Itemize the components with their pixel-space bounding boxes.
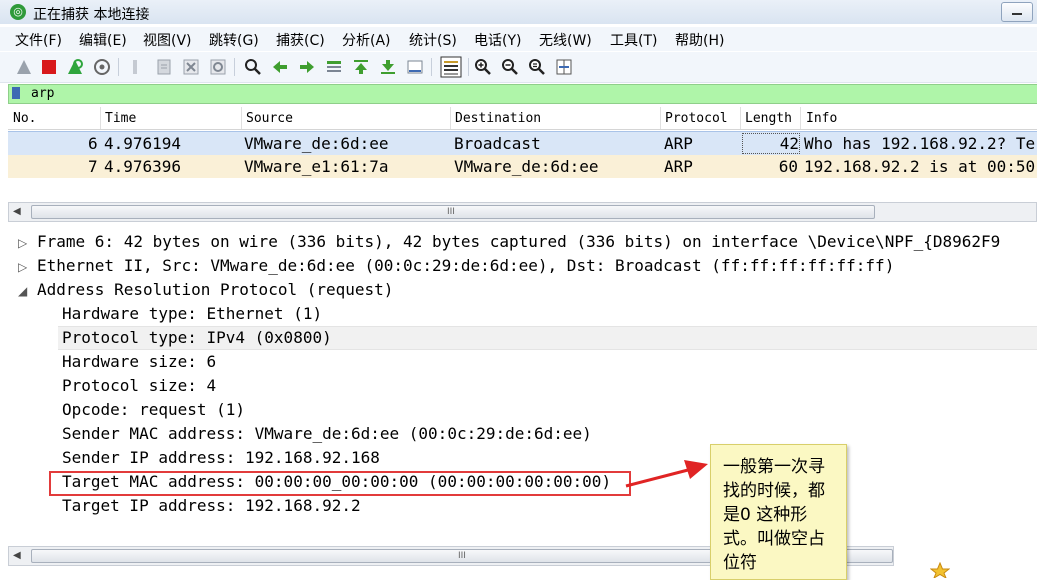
open-file-icon[interactable] (128, 58, 146, 76)
last-packet-icon[interactable] (379, 58, 397, 76)
packet-protocol: ARP (664, 134, 693, 153)
packet-time: 4.976194 (104, 134, 182, 153)
collapse-arrow-icon[interactable]: ◢ (18, 284, 27, 298)
scroll-grip: III (458, 551, 466, 561)
stop-capture-icon[interactable] (40, 58, 58, 76)
packet-source: VMware_de:6d:ee (244, 134, 389, 153)
annotation-note-text: 一般第一次寻找的时候，都是0 这种形式。叫做空占位符 (723, 457, 825, 573)
save-file-icon[interactable] (155, 58, 173, 76)
menu-statistics[interactable]: 统计(S) (409, 30, 457, 50)
menu-wireless[interactable]: 无线(W) (539, 30, 592, 50)
bookmark-icon[interactable] (12, 87, 20, 99)
expand-arrow-icon[interactable]: ▷ (18, 236, 27, 250)
find-packet-icon[interactable] (244, 58, 262, 76)
restart-capture-icon[interactable] (66, 58, 84, 76)
reload-file-icon[interactable] (209, 58, 227, 76)
star-icon (930, 562, 950, 578)
first-packet-icon[interactable] (352, 58, 370, 76)
scrollbar-thumb[interactable]: III (31, 205, 875, 219)
capture-options-icon[interactable] (93, 58, 111, 76)
packet-details: ▷ Frame 6: 42 bytes on wire (336 bits), … (8, 228, 1037, 546)
main-toolbar (0, 52, 1037, 83)
arp-field[interactable]: Target IP address: 192.168.92.2 (62, 496, 361, 515)
arp-field[interactable]: Hardware type: Ethernet (1) (62, 304, 322, 323)
go-back-icon[interactable] (271, 58, 289, 76)
window-title: 正在捕获 本地连接 (33, 7, 150, 23)
menu-bar: 文件(F) 编辑(E) 视图(V) 跳转(G) 捕获(C) 分析(A) 统计(S… (0, 27, 1037, 51)
colorize-icon[interactable] (440, 56, 462, 78)
arp-field[interactable]: Protocol type: IPv4 (0x0800) (62, 328, 332, 347)
normal-size-icon[interactable] (528, 58, 546, 76)
packet-row[interactable]: 6 4.976194 VMware_de:6d:ee Broadcast ARP… (8, 131, 1037, 156)
packet-no: 6 (88, 134, 98, 153)
start-capture-icon[interactable] (15, 58, 33, 76)
title-bar: ◎ 正在捕获 本地连接 (0, 0, 1037, 24)
menu-telephony[interactable]: 电话(Y) (474, 30, 521, 50)
column-length[interactable]: Length (745, 111, 792, 126)
column-source[interactable]: Source (246, 111, 293, 126)
packet-time: 4.976396 (104, 157, 182, 176)
packet-list: No. Time Source Destination Protocol Len… (8, 107, 1037, 202)
scroll-left-icon[interactable]: ◀ (13, 550, 21, 561)
arp-field[interactable]: Sender MAC address: VMware_de:6d:ee (00:… (62, 424, 592, 443)
resize-columns-icon[interactable] (555, 58, 573, 76)
display-filter-input[interactable]: arp (31, 86, 54, 101)
packet-no: 7 (88, 157, 98, 176)
packet-list-scrollbar[interactable]: ◀ III (8, 202, 1037, 222)
scroll-left-icon[interactable]: ◀ (13, 206, 21, 217)
packet-protocol: ARP (664, 157, 693, 176)
column-info[interactable]: Info (806, 111, 837, 126)
menu-go[interactable]: 跳转(G) (209, 30, 259, 50)
menu-tools[interactable]: 工具(T) (610, 30, 657, 50)
packet-source: VMware_e1:61:7a (244, 157, 389, 176)
column-destination[interactable]: Destination (455, 111, 541, 126)
column-no[interactable]: No. (13, 111, 36, 126)
column-protocol[interactable]: Protocol (665, 111, 728, 126)
packet-info: 192.168.92.2 is at 00:50 (804, 157, 1036, 176)
packet-destination: Broadcast (454, 134, 541, 153)
packet-row[interactable]: 7 4.976396 VMware_e1:61:7a VMware_de:6d:… (8, 155, 1037, 178)
close-file-icon[interactable] (182, 58, 200, 76)
packet-list-header: No. Time Source Destination Protocol Len… (8, 107, 1037, 130)
arp-field[interactable]: Hardware size: 6 (62, 352, 216, 371)
zoom-in-icon[interactable] (474, 58, 492, 76)
annotation-arrow-icon (625, 460, 708, 488)
column-time[interactable]: Time (105, 111, 136, 126)
display-filter-bar[interactable]: arp (8, 84, 1037, 104)
arp-field[interactable]: Sender IP address: 192.168.92.168 (62, 448, 380, 467)
zoom-out-icon[interactable] (501, 58, 519, 76)
packet-length: 60 (778, 157, 798, 176)
arp-field[interactable]: Protocol size: 4 (62, 376, 216, 395)
auto-scroll-icon[interactable] (406, 58, 424, 76)
menu-file[interactable]: 文件(F) (15, 30, 62, 50)
arp-summary[interactable]: Address Resolution Protocol (request) (37, 280, 393, 299)
packet-destination: VMware_de:6d:ee (454, 157, 599, 176)
go-to-packet-icon[interactable] (325, 58, 343, 76)
minimize-button[interactable] (1001, 2, 1033, 22)
annotation-highlight-box (49, 471, 631, 496)
annotation-note: 一般第一次寻找的时候，都是0 这种形式。叫做空占位符 (710, 444, 847, 580)
packet-info: Who has 192.168.92.2? Te (804, 134, 1036, 153)
menu-analyze[interactable]: 分析(A) (342, 30, 391, 50)
wireshark-icon: ◎ (10, 4, 26, 20)
go-forward-icon[interactable] (298, 58, 316, 76)
menu-help[interactable]: 帮助(H) (675, 30, 724, 50)
menu-view[interactable]: 视图(V) (143, 30, 192, 50)
frame-summary[interactable]: Frame 6: 42 bytes on wire (336 bits), 42… (37, 232, 1000, 251)
scroll-grip: III (447, 207, 455, 217)
ethernet-summary[interactable]: Ethernet II, Src: VMware_de:6d:ee (00:0c… (37, 256, 894, 275)
expand-arrow-icon[interactable]: ▷ (18, 260, 27, 274)
arp-field[interactable]: Opcode: request (1) (62, 400, 245, 419)
menu-edit[interactable]: 编辑(E) (79, 30, 127, 50)
menu-capture[interactable]: 捕获(C) (276, 30, 325, 50)
packet-length: 42 (742, 133, 800, 154)
